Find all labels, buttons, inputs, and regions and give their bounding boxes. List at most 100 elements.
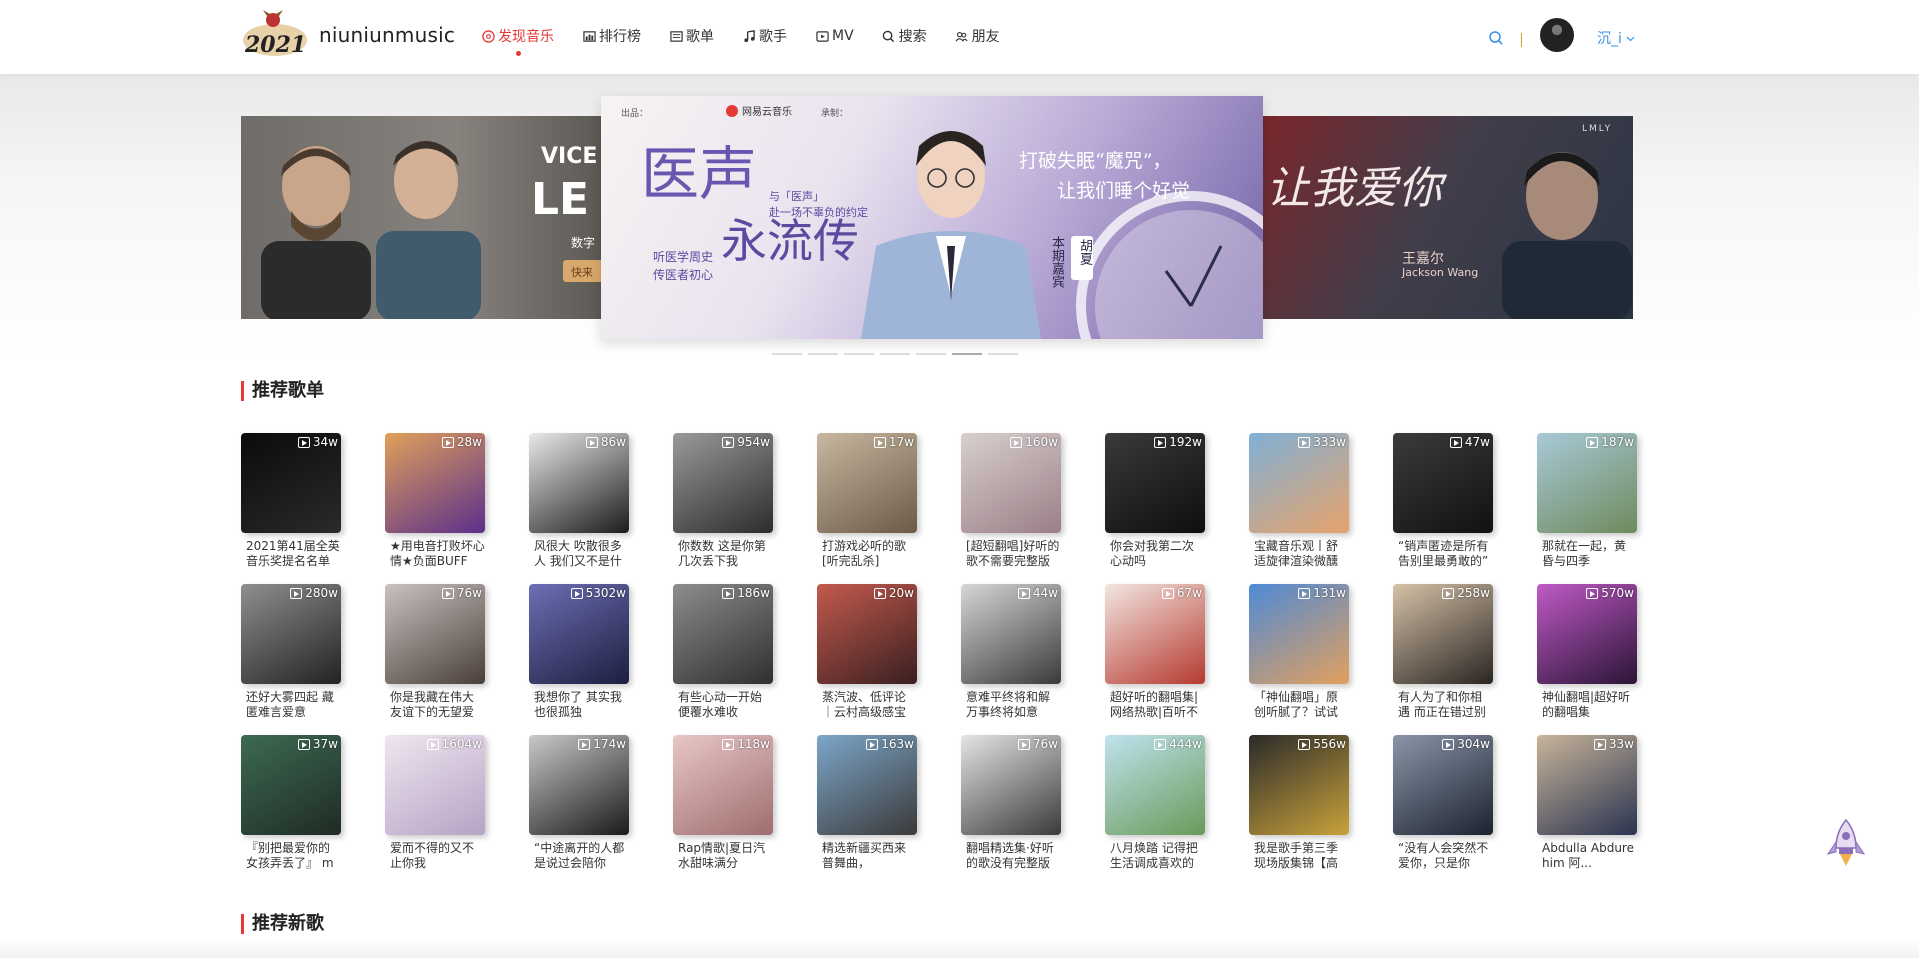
nav-item-mv[interactable]: MV <box>815 24 854 48</box>
carousel-dot[interactable] <box>916 353 946 355</box>
playlist-cover[interactable]: 44w <box>961 584 1061 684</box>
nav-item-playlists[interactable]: 歌单 <box>669 24 714 48</box>
playlist-title[interactable]: 「神仙翻唱」原创听腻了？试试这... <box>1249 690 1349 720</box>
playlist-title[interactable]: “销声匿迹是所有告别里最勇敢的” <box>1393 539 1493 569</box>
playlist-cover[interactable]: 28w <box>385 433 485 533</box>
playlist-card[interactable]: 118w Rap情歌|夏日汽水甜味满分 <box>673 735 773 871</box>
playlist-card[interactable]: 570w 神仙翻唱|超好听的翻唱集 <box>1537 584 1637 720</box>
playlist-cover[interactable]: 174w <box>529 735 629 835</box>
playlist-card[interactable]: 5302w 我想你了 其实我也很孤独 <box>529 584 629 720</box>
nav-item-friends[interactable]: 朋友 <box>955 24 1000 48</box>
playlist-card[interactable]: 131w 「神仙翻唱」原创听腻了？试试这... <box>1249 584 1349 720</box>
playlist-cover[interactable]: 258w <box>1393 584 1493 684</box>
playlist-card[interactable]: 76w 你是我藏在伟大友谊下的无望爱人 <box>385 584 485 720</box>
playlist-title[interactable]: 蒸汽波、低评论｜云村高级感宝藏... <box>817 690 917 720</box>
playlist-title[interactable]: 神仙翻唱|超好听的翻唱集 <box>1537 690 1637 720</box>
playlist-card[interactable]: 67w 超好听的翻唱集|网络热歌|百听不厌 <box>1105 584 1205 720</box>
playlist-title[interactable]: Rap情歌|夏日汽水甜味满分 <box>673 841 773 871</box>
playlist-card[interactable]: 192w 你会对我第二次心动吗 <box>1105 433 1205 569</box>
banner-slide-center[interactable]: 出品： 网易云音乐 承制： 医声 永流传 与「医声」 赴一场不辜负的约定 听医学… <box>601 96 1263 339</box>
avatar[interactable] <box>1540 18 1574 52</box>
nav-item-search[interactable]: 搜索 <box>882 24 927 48</box>
playlist-cover[interactable]: 186w <box>673 584 773 684</box>
playlist-card[interactable]: 1604w 爱而不得的又不止你我 <box>385 735 485 871</box>
playlist-title[interactable]: 风很大 吹散很多人 我们又不是什么... <box>529 539 629 569</box>
playlist-cover[interactable]: 160w <box>961 433 1061 533</box>
back-to-top-rocket-icon[interactable] <box>1826 818 1866 868</box>
playlist-title[interactable]: 意难平终将和解 万事终将如意 <box>961 690 1061 720</box>
playlist-card[interactable]: 20w 蒸汽波、低评论｜云村高级感宝藏... <box>817 584 917 720</box>
playlist-card[interactable]: 186w 有些心动一开始便覆水难收 <box>673 584 773 720</box>
playlist-title[interactable]: 你是我藏在伟大友谊下的无望爱人 <box>385 690 485 720</box>
playlist-card[interactable]: 47w “销声匿迹是所有告别里最勇敢的” <box>1393 433 1493 569</box>
playlist-cover[interactable]: 333w <box>1249 433 1349 533</box>
playlist-cover[interactable]: 304w <box>1393 735 1493 835</box>
playlist-title[interactable]: Abdulla Abdurehim 阿... <box>1537 841 1637 871</box>
playlist-card[interactable]: 280w 还好大雾四起 藏匿难言爱意 <box>241 584 341 720</box>
nav-item-artists[interactable]: 歌手 <box>742 24 787 48</box>
playlist-cover[interactable]: 33w <box>1537 735 1637 835</box>
playlist-cover[interactable]: 444w <box>1105 735 1205 835</box>
playlist-title[interactable]: 打游戏必听的歌 [听完乱杀] <box>817 539 917 569</box>
playlist-cover[interactable]: 118w <box>673 735 773 835</box>
playlist-card[interactable]: 444w 八月焕踏 记得把生活调成喜欢的频道 <box>1105 735 1205 871</box>
playlist-card[interactable]: 174w “中途离开的人都是说过会陪你好... <box>529 735 629 871</box>
playlist-cover[interactable]: 5302w <box>529 584 629 684</box>
playlist-title[interactable]: 你会对我第二次心动吗 <box>1105 539 1205 569</box>
playlist-card[interactable]: 17w 打游戏必听的歌 [听完乱杀] <box>817 433 917 569</box>
playlist-card[interactable]: 333w 宝藏音乐观丨舒适旋律渲染微醺夜色 <box>1249 433 1349 569</box>
playlist-card[interactable]: 37w 『别把最爱你的女孩弄丢了』 mun... <box>241 735 341 871</box>
playlist-card[interactable]: 556w 我是歌手第三季现场版集锦【高品... <box>1249 735 1349 871</box>
logo[interactable]: 2021 niuniunmusic <box>241 10 455 60</box>
playlist-card[interactable]: 86w 风很大 吹散很多人 我们又不是什么... <box>529 433 629 569</box>
playlist-cover[interactable]: 47w <box>1393 433 1493 533</box>
playlist-title[interactable]: 超好听的翻唱集|网络热歌|百听不厌 <box>1105 690 1205 720</box>
carousel-dot[interactable] <box>988 353 1018 355</box>
playlist-title[interactable]: 爱而不得的又不止你我 <box>385 841 485 871</box>
playlist-cover[interactable]: 1604w <box>385 735 485 835</box>
playlist-cover[interactable]: 187w <box>1537 433 1637 533</box>
playlist-cover[interactable]: 34w <box>241 433 341 533</box>
playlist-title[interactable]: [超短翻唱]好听的歌不需要完整版 <box>961 539 1061 569</box>
banner-slide-left[interactable]: VICE LE 数字 快来 <box>241 116 601 319</box>
playlist-card[interactable]: 304w “没有人会突然不爱你，只是你突... <box>1393 735 1493 871</box>
playlist-title[interactable]: 我是歌手第三季现场版集锦【高品... <box>1249 841 1349 871</box>
playlist-card[interactable]: 258w 有人为了和你相遇 而正在错过别人 <box>1393 584 1493 720</box>
playlist-title[interactable]: “中途离开的人都是说过会陪你好... <box>529 841 629 871</box>
playlist-cover[interactable]: 163w <box>817 735 917 835</box>
playlist-cover[interactable]: 192w <box>1105 433 1205 533</box>
playlist-cover[interactable]: 86w <box>529 433 629 533</box>
playlist-title[interactable]: 你数数 这是你第几次丢下我 <box>673 539 773 569</box>
carousel-dot[interactable] <box>952 353 982 355</box>
playlist-title[interactable]: “没有人会突然不爱你，只是你突... <box>1393 841 1493 871</box>
playlist-title[interactable]: 精选新疆买西来普舞曲， <box>817 841 917 871</box>
header-search-icon[interactable] <box>1488 30 1504 46</box>
banner-slide-right[interactable]: 让我爱你 王嘉尔 Jackson Wang LMLY <box>1262 116 1633 319</box>
playlist-title[interactable]: ★用电音打败坏心情★负面BUFF快... <box>385 539 485 569</box>
playlist-title[interactable]: 我想你了 其实我也很孤独 <box>529 690 629 720</box>
playlist-title[interactable]: 有些心动一开始便覆水难收 <box>673 690 773 720</box>
playlist-cover[interactable]: 67w <box>1105 584 1205 684</box>
playlist-card[interactable]: 33w Abdulla Abdurehim 阿... <box>1537 735 1637 871</box>
playlist-cover[interactable]: 17w <box>817 433 917 533</box>
playlist-title[interactable]: 2021第41届全英音乐奖提名名单 <box>241 539 341 569</box>
playlist-title[interactable]: 还好大雾四起 藏匿难言爱意 <box>241 690 341 720</box>
playlist-cover[interactable]: 20w <box>817 584 917 684</box>
playlist-card[interactable]: 28w ★用电音打败坏心情★负面BUFF快... <box>385 433 485 569</box>
playlist-title[interactable]: 翻唱精选集·好听的歌没有完整版系列 <box>961 841 1061 871</box>
nav-item-discover[interactable]: 发现音乐 <box>481 24 554 56</box>
playlist-card[interactable]: 34w 2021第41届全英音乐奖提名名单 <box>241 433 341 569</box>
playlist-card[interactable]: 187w 那就在一起，黄昏与四季 <box>1537 433 1637 569</box>
playlist-card[interactable]: 44w 意难平终将和解 万事终将如意 <box>961 584 1061 720</box>
nav-item-charts[interactable]: 排行榜 <box>582 24 641 48</box>
playlist-cover[interactable]: 556w <box>1249 735 1349 835</box>
carousel-dot[interactable] <box>844 353 874 355</box>
playlist-cover[interactable]: 280w <box>241 584 341 684</box>
playlist-card[interactable]: 160w [超短翻唱]好听的歌不需要完整版 <box>961 433 1061 569</box>
playlist-title[interactable]: 八月焕踏 记得把生活调成喜欢的频道 <box>1105 841 1205 871</box>
playlist-title[interactable]: 那就在一起，黄昏与四季 <box>1537 539 1637 569</box>
playlist-title[interactable]: 『别把最爱你的女孩弄丢了』 mun... <box>241 841 341 871</box>
playlist-title[interactable]: 宝藏音乐观丨舒适旋律渲染微醺夜色 <box>1249 539 1349 569</box>
playlist-cover[interactable]: 76w <box>385 584 485 684</box>
playlist-card[interactable]: 76w 翻唱精选集·好听的歌没有完整版系列 <box>961 735 1061 871</box>
